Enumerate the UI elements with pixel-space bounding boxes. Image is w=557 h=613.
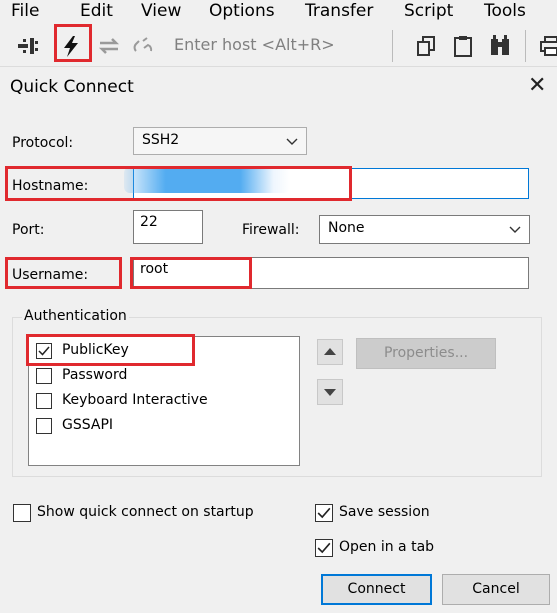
firewall-select[interactable]: None: [319, 215, 530, 244]
cancel-button[interactable]: Cancel: [442, 574, 550, 605]
firewall-value: None: [328, 220, 365, 236]
quick-connect-dialog: Quick Connect ✕ Protocol: SSH2 Hostname:…: [0, 67, 557, 613]
toolbar: Enter host <Alt+R>: [0, 24, 557, 67]
port-field[interactable]: 22: [133, 210, 203, 244]
menu-edit[interactable]: Edit: [80, 0, 113, 22]
close-icon[interactable]: ✕: [528, 74, 546, 98]
menu-view[interactable]: View: [141, 0, 181, 22]
menu-tools[interactable]: Tools: [484, 0, 526, 22]
save-session-checkbox[interactable]: [315, 504, 333, 522]
find-icon[interactable]: [487, 33, 513, 59]
show-on-startup-label: Show quick connect on startup: [37, 504, 254, 520]
protocol-value: SSH2: [142, 132, 180, 148]
highlight-username-value: [130, 257, 252, 289]
highlight-username-label: [5, 257, 122, 289]
properties-button[interactable]: Properties...: [356, 338, 496, 369]
move-up-button[interactable]: [317, 339, 343, 365]
disconnect-icon[interactable]: [130, 33, 156, 59]
copy-icon[interactable]: [414, 33, 440, 59]
menu-file[interactable]: File: [11, 0, 39, 22]
connect-in-tab-icon[interactable]: [14, 33, 40, 59]
print-icon[interactable]: [538, 33, 557, 59]
menu-bar: File Edit View Options Transfer Script T…: [0, 0, 557, 24]
password-checkbox[interactable]: [36, 368, 52, 384]
connect-button[interactable]: Connect: [321, 574, 432, 605]
firewall-label: Firewall:: [242, 222, 300, 238]
highlight-hostname: [5, 166, 352, 201]
keyboard-interactive-label: Keyboard Interactive: [62, 392, 208, 408]
show-on-startup-checkbox[interactable]: [13, 504, 31, 522]
move-down-button[interactable]: [317, 379, 343, 405]
check-icon: [317, 507, 331, 519]
gssapi-label: GSSAPI: [62, 417, 114, 433]
highlight-quick-connect: [54, 24, 92, 62]
toolbar-separator: [392, 30, 393, 62]
save-session-label: Save session: [339, 504, 430, 520]
chevron-down-icon: [286, 138, 298, 145]
gssapi-checkbox[interactable]: [36, 418, 52, 434]
port-label: Port:: [12, 222, 45, 238]
menu-transfer[interactable]: Transfer: [305, 0, 373, 22]
highlight-publickey: [26, 334, 195, 366]
menu-script[interactable]: Script: [404, 0, 453, 22]
paste-icon[interactable]: [450, 33, 476, 59]
open-in-tab-checkbox[interactable]: [315, 539, 333, 557]
authentication-legend: Authentication: [22, 308, 129, 324]
reconnect-icon[interactable]: [96, 33, 122, 59]
toolbar-separator: [525, 30, 526, 62]
triangle-up-icon: [324, 348, 336, 355]
dialog-title: Quick Connect: [10, 77, 134, 97]
chevron-down-icon: [509, 226, 521, 233]
triangle-down-icon: [324, 389, 336, 396]
open-in-tab-label: Open in a tab: [339, 539, 435, 555]
keyboard-interactive-checkbox[interactable]: [36, 393, 52, 409]
protocol-label: Protocol:: [12, 135, 74, 151]
check-icon: [317, 542, 331, 554]
menu-options[interactable]: Options: [209, 0, 275, 22]
protocol-select[interactable]: SSH2: [133, 127, 307, 155]
host-input[interactable]: Enter host <Alt+R>: [174, 35, 335, 54]
password-label: Password: [62, 367, 128, 383]
